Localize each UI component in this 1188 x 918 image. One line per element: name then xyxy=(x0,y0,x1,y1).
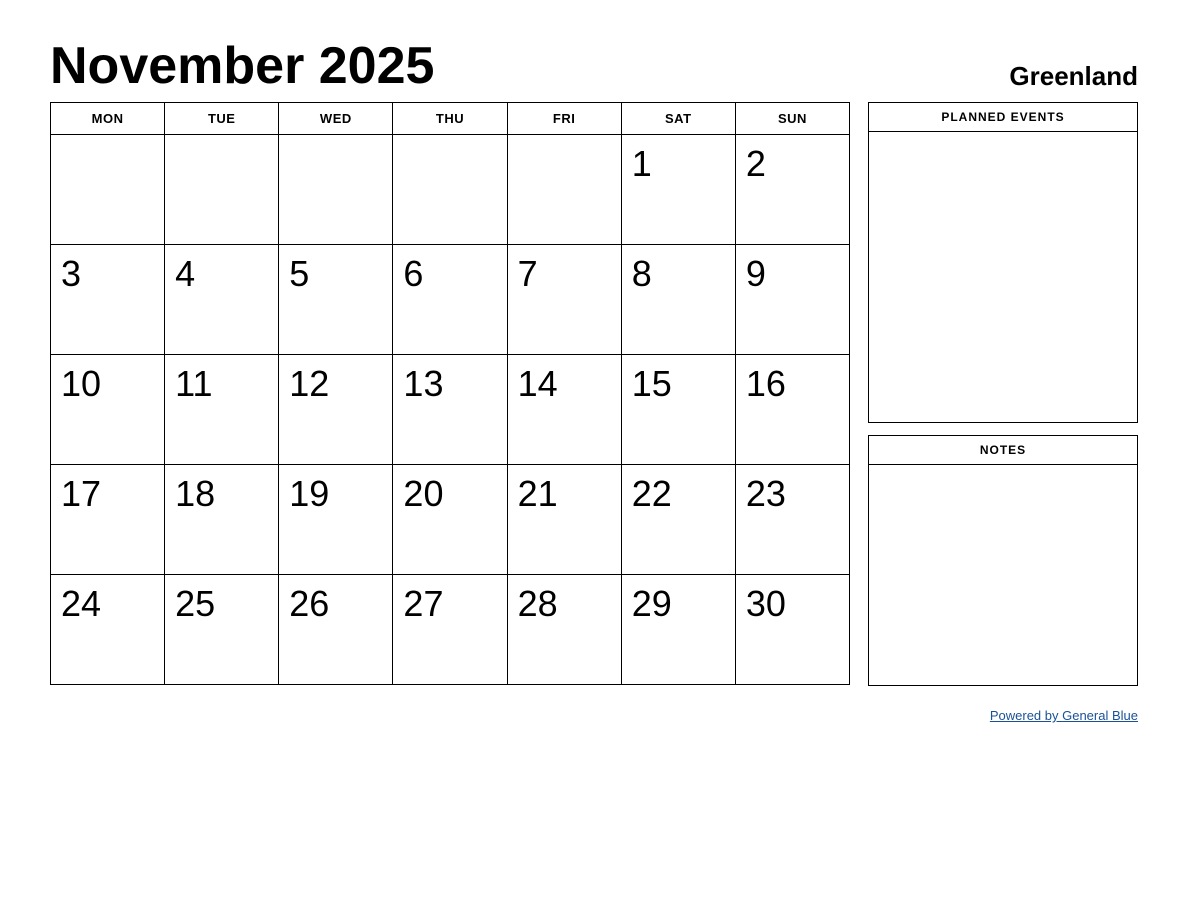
day-number: 22 xyxy=(632,473,672,514)
day-number: 8 xyxy=(632,253,652,294)
day-number: 26 xyxy=(289,583,329,624)
day-number: 9 xyxy=(746,253,766,294)
calendar-section: MONTUEWEDTHUFRISATSUN 123456789101112131… xyxy=(50,102,850,685)
notes-body xyxy=(869,465,1137,685)
day-header-wed: WED xyxy=(279,103,393,135)
calendar-day-16: 16 xyxy=(735,355,849,465)
day-number: 7 xyxy=(518,253,538,294)
empty-cell xyxy=(51,135,165,245)
powered-by: Powered by General Blue xyxy=(868,708,1138,723)
calendar-day-25: 25 xyxy=(165,575,279,685)
day-number: 27 xyxy=(403,583,443,624)
calendar-day-3: 3 xyxy=(51,245,165,355)
day-number: 16 xyxy=(746,363,786,404)
calendar-day-24: 24 xyxy=(51,575,165,685)
day-number: 13 xyxy=(403,363,443,404)
calendar-week-4: 17 18 19 20 21 22 23 xyxy=(51,465,850,575)
calendar-day-15: 15 xyxy=(621,355,735,465)
day-header-thu: THU xyxy=(393,103,507,135)
calendar-day-13: 13 xyxy=(393,355,507,465)
calendar-day-10: 10 xyxy=(51,355,165,465)
powered-by-link[interactable]: Powered by General Blue xyxy=(990,708,1138,723)
day-header-fri: FRI xyxy=(507,103,621,135)
calendar-day-20: 20 xyxy=(393,465,507,575)
empty-cell xyxy=(393,135,507,245)
month-title: November 2025 xyxy=(50,40,434,92)
day-number: 3 xyxy=(61,253,81,294)
calendar-day-9: 9 xyxy=(735,245,849,355)
calendar-table: MONTUEWEDTHUFRISATSUN 123456789101112131… xyxy=(50,102,850,685)
calendar-day-23: 23 xyxy=(735,465,849,575)
day-number: 24 xyxy=(61,583,101,624)
empty-cell xyxy=(165,135,279,245)
calendar-day-27: 27 xyxy=(393,575,507,685)
day-number: 23 xyxy=(746,473,786,514)
day-header-sat: SAT xyxy=(621,103,735,135)
calendar-day-2: 2 xyxy=(735,135,849,245)
notes-box: NOTES xyxy=(868,435,1138,686)
calendar-day-26: 26 xyxy=(279,575,393,685)
day-number: 12 xyxy=(289,363,329,404)
notes-header: NOTES xyxy=(869,436,1137,465)
planned-events-body xyxy=(869,132,1137,422)
day-header-tue: TUE xyxy=(165,103,279,135)
day-number: 18 xyxy=(175,473,215,514)
day-number: 25 xyxy=(175,583,215,624)
day-number: 14 xyxy=(518,363,558,404)
day-header-sun: SUN xyxy=(735,103,849,135)
planned-events-box: PLANNED EVENTS xyxy=(868,102,1138,423)
day-number: 10 xyxy=(61,363,101,404)
calendar-header-row: MONTUEWEDTHUFRISATSUN xyxy=(51,103,850,135)
calendar-day-30: 30 xyxy=(735,575,849,685)
main-content: MONTUEWEDTHUFRISATSUN 123456789101112131… xyxy=(50,102,1138,723)
sidebar: PLANNED EVENTS NOTES Powered by General … xyxy=(868,102,1138,723)
calendar-day-21: 21 xyxy=(507,465,621,575)
calendar-week-1: 12 xyxy=(51,135,850,245)
calendar-day-29: 29 xyxy=(621,575,735,685)
calendar-day-5: 5 xyxy=(279,245,393,355)
page-header: November 2025 Greenland xyxy=(50,40,1138,92)
calendar-day-18: 18 xyxy=(165,465,279,575)
calendar-day-6: 6 xyxy=(393,245,507,355)
calendar-day-17: 17 xyxy=(51,465,165,575)
day-header-mon: MON xyxy=(51,103,165,135)
calendar-day-7: 7 xyxy=(507,245,621,355)
day-number: 29 xyxy=(632,583,672,624)
calendar-day-1: 1 xyxy=(621,135,735,245)
day-number: 4 xyxy=(175,253,195,294)
day-number: 15 xyxy=(632,363,672,404)
empty-cell xyxy=(279,135,393,245)
day-number: 17 xyxy=(61,473,101,514)
calendar-day-22: 22 xyxy=(621,465,735,575)
day-number: 19 xyxy=(289,473,329,514)
day-number: 21 xyxy=(518,473,558,514)
calendar-week-5: 24 25 26 27 28 29 30 xyxy=(51,575,850,685)
calendar-day-11: 11 xyxy=(165,355,279,465)
day-number: 1 xyxy=(632,143,652,184)
calendar-day-14: 14 xyxy=(507,355,621,465)
day-number: 6 xyxy=(403,253,423,294)
day-number: 28 xyxy=(518,583,558,624)
empty-cell xyxy=(507,135,621,245)
calendar-day-12: 12 xyxy=(279,355,393,465)
planned-events-header: PLANNED EVENTS xyxy=(869,103,1137,132)
day-number: 11 xyxy=(175,363,212,404)
calendar-week-2: 3 4 5 6 7 8 9 xyxy=(51,245,850,355)
day-number: 5 xyxy=(289,253,309,294)
calendar-day-19: 19 xyxy=(279,465,393,575)
calendar-day-28: 28 xyxy=(507,575,621,685)
day-number: 2 xyxy=(746,143,766,184)
calendar-day-8: 8 xyxy=(621,245,735,355)
day-number: 30 xyxy=(746,583,786,624)
country-title: Greenland xyxy=(1009,61,1138,92)
day-number: 20 xyxy=(403,473,443,514)
calendar-day-4: 4 xyxy=(165,245,279,355)
calendar-week-3: 10 11 12 13 14 15 16 xyxy=(51,355,850,465)
